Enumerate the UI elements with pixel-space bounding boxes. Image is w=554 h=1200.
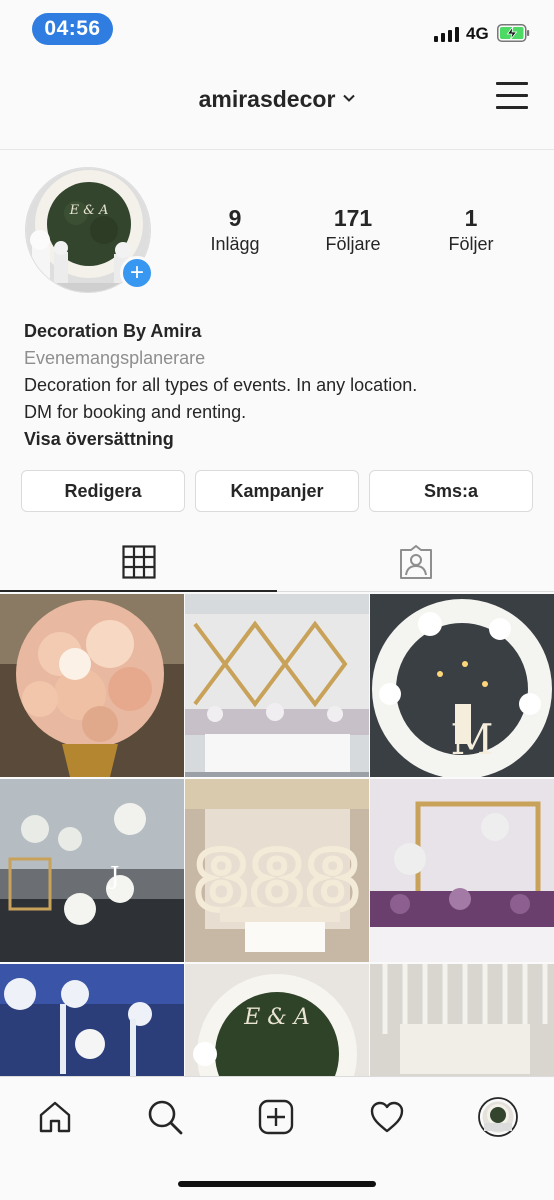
category-label: Evenemangsplanerare xyxy=(24,348,206,368)
heart-icon[interactable] xyxy=(367,1097,407,1137)
chevron-down-icon xyxy=(343,94,356,102)
battery-charging-icon xyxy=(497,24,530,42)
post-image xyxy=(370,964,554,1076)
hamburger-menu-icon[interactable] xyxy=(496,82,528,110)
network-label: 4G xyxy=(466,24,489,43)
post-image xyxy=(0,964,184,1076)
add-story-button[interactable]: + xyxy=(120,256,154,290)
following-count[interactable]: 1 Följer xyxy=(416,205,526,255)
post-image xyxy=(0,594,184,777)
post-thumbnail[interactable]: M xyxy=(370,594,554,777)
posts-count-value: 9 xyxy=(228,205,242,231)
grid-icon xyxy=(121,545,156,579)
followers-count-label: Följare xyxy=(325,234,381,254)
svg-text:M: M xyxy=(450,715,493,764)
svg-text:E & A: E & A xyxy=(243,1005,310,1030)
display-name: Decoration By Amira xyxy=(24,321,202,341)
tagged-icon xyxy=(399,545,432,579)
profile-header: amirasdecor xyxy=(0,60,554,150)
bio-line-1: Decoration for all types of events. In a… xyxy=(24,375,418,395)
posts-grid: M J 888 E & A xyxy=(0,594,554,1076)
account-switcher[interactable]: amirasdecor xyxy=(0,86,554,113)
post-thumbnail[interactable]: J xyxy=(0,779,184,962)
following-count-label: Följer xyxy=(448,234,494,254)
followers-count-value: 171 xyxy=(333,205,373,231)
username-label: amirasdecor xyxy=(198,86,336,112)
add-post-icon[interactable] xyxy=(256,1097,296,1137)
post-thumbnail[interactable] xyxy=(0,594,184,777)
post-thumbnail[interactable] xyxy=(185,594,369,777)
post-thumbnail[interactable] xyxy=(370,779,554,962)
post-image xyxy=(185,594,369,777)
followers-count[interactable]: 171 Följare xyxy=(298,205,408,255)
bio-line-2: DM for booking and renting. xyxy=(24,402,247,422)
post-image xyxy=(370,779,554,962)
signal-icon xyxy=(434,26,460,42)
post-thumbnail[interactable] xyxy=(370,964,554,1076)
svg-text:E & A: E & A xyxy=(69,203,109,218)
tab-tagged[interactable] xyxy=(277,532,554,592)
post-image: M xyxy=(370,594,554,777)
following-count-value: 1 xyxy=(464,205,478,231)
post-image: E & A xyxy=(185,964,369,1076)
translate-link[interactable]: Visa översättning xyxy=(24,426,534,453)
sms-button[interactable]: Sms:a xyxy=(369,470,533,512)
search-icon[interactable] xyxy=(145,1097,185,1137)
posts-count[interactable]: 9 Inlägg xyxy=(180,205,290,255)
tab-divider xyxy=(277,591,554,592)
edit-profile-button[interactable]: Redigera xyxy=(21,470,185,512)
profile-avatar-icon[interactable] xyxy=(478,1097,518,1137)
tab-grid[interactable] xyxy=(0,532,277,592)
status-bar: 04:56 4G xyxy=(0,0,554,60)
promotions-button[interactable]: Kampanjer xyxy=(195,470,359,512)
post-thumbnail[interactable]: E & A xyxy=(185,964,369,1076)
post-image: 888 xyxy=(185,779,369,962)
post-image: J xyxy=(0,779,184,962)
posts-count-label: Inlägg xyxy=(210,234,260,254)
post-thumbnail[interactable] xyxy=(0,964,184,1076)
status-time: 04:56 xyxy=(32,13,113,45)
home-indicator xyxy=(178,1181,376,1187)
home-icon[interactable] xyxy=(35,1097,75,1137)
post-thumbnail[interactable]: 888 xyxy=(185,779,369,962)
tab-active-indicator xyxy=(0,590,277,592)
profile-bio: Decoration By Amira Evenemangsplanerare … xyxy=(24,318,534,453)
